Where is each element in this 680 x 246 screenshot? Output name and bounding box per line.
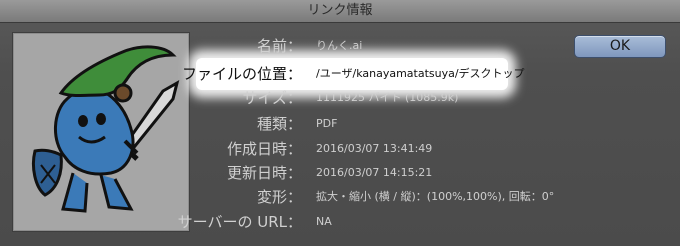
name-value: りんく.ai [316,39,363,52]
ok-button[interactable]: OK [574,35,666,58]
modified-row: 更新日時： 2016/03/07 14:15:21 [188,161,608,185]
character-body-icon [53,87,139,213]
server-url-value: NA [316,215,332,228]
file-location-row: ファイルの位置： /ユーザ/kanayamatatsuya/デスクトップ [182,62,608,86]
name-row: 名前： りんく.ai [188,34,608,58]
modified-value: 2016/03/07 14:15:21 [316,166,433,179]
created-row: 作成日時： 2016/03/07 13:41:49 [188,137,608,161]
name-label: 名前： [256,37,302,55]
transform-value: 拡大・縮小 (横 / 縦)：(100%,100%), 回転：0° [316,190,555,203]
created-value: 2016/03/07 13:41:49 [316,142,433,155]
hat-icon [58,45,177,103]
link-info-dialog: リンク情報 名前： りんく.ai ファイルの位置： /ユーザ/kanayamat… [0,0,680,246]
size-label: サイズ： [242,89,302,107]
kind-value: PDF [316,117,338,130]
created-label: 作成日時： [226,140,302,158]
file-location-value: /ユーザ/kanayamatatsuya/デスクトップ [316,67,525,80]
link-preview-thumbnail [12,32,190,232]
window-title: リンク情報 [0,0,680,23]
shield-icon [31,148,63,197]
server-url-row: サーバーの URL： NA [178,210,608,234]
server-url-label: サーバーの URL： [177,213,302,231]
size-row: サイズ： 1111925 バイト (1085.9k) [188,86,608,110]
kind-row: 種類： PDF [188,112,608,136]
size-value: 1111925 バイト (1085.9k) [316,91,459,104]
character-illustration [31,45,180,213]
file-location-label: ファイルの位置： [181,65,302,83]
transform-label: 変形： [256,188,302,206]
transform-row: 変形： 拡大・縮小 (横 / 縦)：(100%,100%), 回転：0° [188,185,608,209]
kind-label: 種類： [256,115,302,133]
modified-label: 更新日時： [226,164,302,182]
